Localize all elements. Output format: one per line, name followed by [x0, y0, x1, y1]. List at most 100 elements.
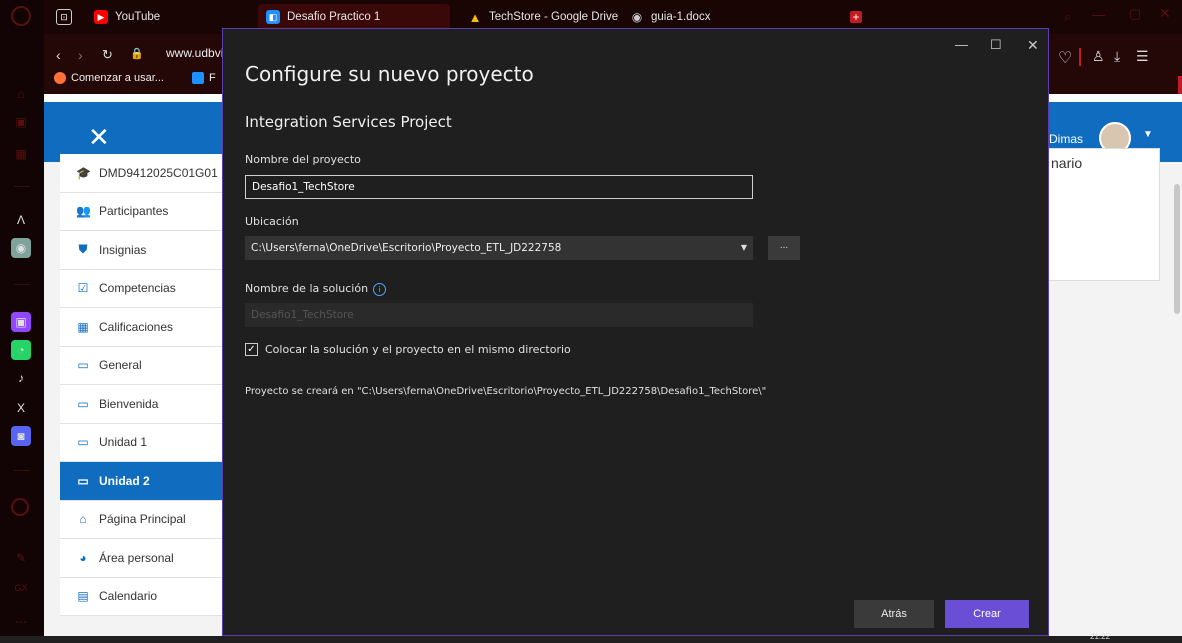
tab-desafio[interactable]: ◧ Desafio Practico 1 — [258, 4, 450, 30]
opera-logo-icon[interactable] — [11, 6, 31, 26]
close-window-icon[interactable]: ✕ — [1159, 5, 1171, 22]
tab-guia[interactable]: ◉ guia-1.docx — [622, 4, 718, 30]
new-project-dialog: — ☐ ✕ Configure su nuevo proyecto Integr… — [222, 28, 1049, 636]
folder-icon: ▭ — [77, 358, 89, 373]
download-icon[interactable]: ⤓ — [1114, 48, 1120, 65]
tiktok-icon[interactable]: ♪ — [11, 368, 31, 388]
gx-control-icon[interactable]: GX — [11, 578, 31, 598]
location-label: Ubicación — [245, 215, 299, 228]
solution-name-input: Desafio1_TechStore — [245, 303, 753, 327]
graduation-cap-icon: 🎓 — [76, 165, 91, 180]
project-type-title: Integration Services Project — [245, 113, 452, 131]
page-scrollbar[interactable] — [1174, 184, 1180, 314]
dialog-title: Configure su nuevo proyecto — [245, 62, 534, 86]
course-nav-label: Unidad 2 — [99, 473, 150, 488]
tab-google-drive[interactable]: ▲ TechStore - Google Drive — [460, 4, 626, 30]
folder-icon: ▭ — [77, 435, 89, 450]
user-name[interactable]: Dimas — [1049, 132, 1083, 146]
browser-sidebar: ⌂ ▣ ▦ Λ ◉ ▣ ◔ ♪ X ◙ ✎ GX ⋯ — [0, 0, 44, 643]
same-directory-label[interactable]: Colocar la solución y el proyecto en el … — [265, 343, 571, 356]
forward-icon[interactable]: › — [78, 47, 83, 63]
player-icon[interactable] — [11, 498, 29, 516]
checkbox-icon: ☑ — [77, 281, 89, 296]
course-nav-label: DMD9412025C01G01 — [99, 165, 218, 180]
maximize-icon[interactable]: ☐ — [990, 37, 1002, 53]
discord-icon[interactable]: ◙ — [11, 426, 31, 446]
create-button[interactable]: Crear — [945, 600, 1029, 628]
back-icon[interactable]: ‹ — [56, 47, 61, 63]
back-button[interactable]: Atrás — [854, 600, 934, 628]
heart-icon[interactable]: ♡ — [1058, 48, 1072, 68]
course-nav-label: Participantes — [99, 204, 169, 219]
shop-icon[interactable]: ⌂ — [11, 84, 31, 104]
course-nav-label: Bienvenida — [99, 396, 159, 411]
chevron-down-icon[interactable]: ▼ — [1143, 129, 1153, 140]
sidebar-divider — [14, 470, 30, 471]
users-icon: 👥 — [76, 204, 91, 219]
bookmark-label: Comenzar a usar... — [71, 72, 164, 84]
toolbar-divider — [1079, 48, 1081, 66]
right-content-block: nario — [1040, 148, 1160, 281]
course-nav-label: Página Principal — [99, 512, 186, 527]
bookmark-item[interactable]: F — [192, 72, 216, 84]
more-icon[interactable]: ⋯ — [11, 612, 31, 632]
folder-icon: ▭ — [77, 396, 89, 411]
whatsapp-icon[interactable]: ◔ — [11, 340, 31, 360]
calendar-icon: ▤ — [77, 589, 89, 604]
new-tab-button[interactable]: + — [850, 11, 862, 23]
accent-bar — [1178, 76, 1182, 96]
aria-icon[interactable]: Λ — [11, 210, 31, 230]
twitch-app-icon[interactable]: ▣ — [11, 312, 31, 332]
project-name-input[interactable]: Desafio1_TechStore — [245, 175, 753, 199]
tab-label: YouTube — [115, 11, 161, 23]
table-icon: ▦ — [77, 319, 89, 334]
course-nav-label: General — [99, 358, 142, 373]
bookmark-label: F — [209, 72, 216, 84]
course-nav-label: Insignias — [99, 242, 147, 257]
project-name-label: Nombre del proyecto — [245, 153, 361, 166]
project-path-note: Proyecto se creará en "C:\Users\ferna\On… — [245, 386, 767, 397]
folder-icon: ▭ — [77, 473, 89, 488]
taskbar-clock: 21:22 — [1090, 632, 1111, 641]
reload-icon[interactable]: ↻ — [102, 47, 113, 63]
youtube-icon: ▶ — [94, 10, 108, 24]
sidebar-divider — [14, 284, 30, 285]
home-icon: ⌂ — [79, 512, 87, 527]
visual-studio-icon: ◧ — [266, 10, 280, 24]
twitch-icon[interactable]: ▣ — [11, 112, 31, 132]
url-field[interactable]: www.udbvi — [166, 46, 223, 60]
x-icon[interactable]: X — [11, 398, 31, 418]
location-dropdown[interactable]: C:\Users\ferna\OneDrive\Escritorio\Proye… — [245, 236, 753, 260]
close-icon[interactable]: ✕ — [1027, 37, 1039, 54]
browse-button[interactable]: ... — [768, 236, 800, 260]
shield-icon: ⛊ — [78, 242, 88, 257]
globe-icon: ◉ — [631, 10, 643, 24]
location-value: C:\Users\ferna\OneDrive\Escritorio\Proye… — [251, 242, 562, 254]
solution-name-label-row: Nombre de la solución i — [245, 282, 387, 296]
easy-setup-icon[interactable]: ☰ — [1136, 48, 1149, 65]
taskbar: 21:22 — [0, 632, 1182, 643]
profile-icon[interactable]: ♙ — [1092, 48, 1105, 65]
info-icon[interactable]: i — [373, 282, 387, 296]
tab-label: Desafio Practico 1 — [287, 11, 381, 23]
firefox-icon — [54, 72, 66, 84]
minimize-icon[interactable]: — — [955, 37, 968, 52]
lock-icon: 🔒 — [130, 48, 144, 60]
same-directory-checkbox[interactable]: ✓ — [245, 343, 258, 356]
gx-corner-icon[interactable]: ▦ — [11, 144, 31, 164]
search-icon[interactable]: ⌕ — [1064, 9, 1071, 25]
bookmark-item[interactable]: Comenzar a usar... — [54, 72, 164, 84]
bookmark-favicon-icon — [192, 72, 204, 84]
tab-youtube[interactable]: ▶ YouTube — [86, 4, 168, 30]
tab-label: guia-1.docx — [651, 11, 711, 23]
tab-switcher[interactable]: ⊡ — [48, 4, 80, 30]
tab-label: TechStore - Google Drive — [489, 11, 619, 23]
right-block-text: nario — [1051, 155, 1083, 171]
minimize-icon[interactable]: — — [1092, 7, 1105, 22]
history-icon[interactable]: ✎ — [11, 548, 31, 568]
close-drawer-icon[interactable]: ✕ — [88, 124, 110, 150]
tab-grid-icon: ⊡ — [56, 9, 72, 25]
chatgpt-icon[interactable]: ◉ — [11, 238, 31, 258]
course-nav-label: Calendario — [99, 589, 158, 604]
maximize-icon[interactable]: ▢ — [1129, 6, 1141, 22]
